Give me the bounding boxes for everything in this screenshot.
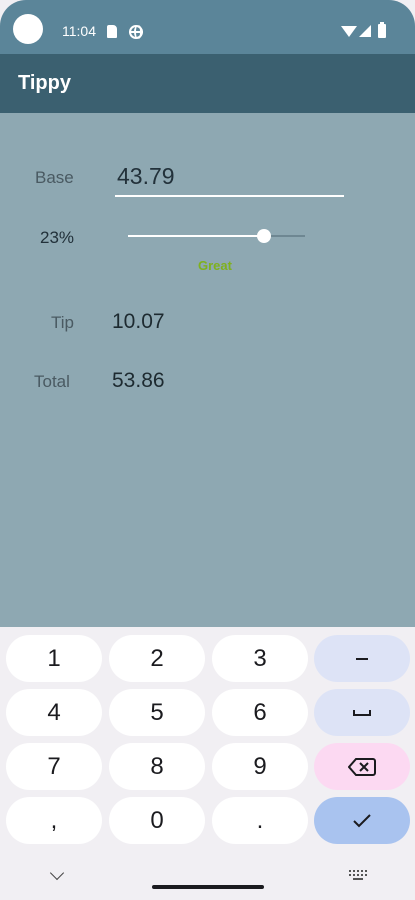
status-bar: 11:04 [0,0,415,54]
keyboard-switch-icon[interactable] [349,870,367,880]
keyboard-nav-bar [0,860,415,900]
key-4[interactable]: 4 [6,689,102,736]
app-bar: Tippy [0,54,415,113]
numeric-keyboard: 1 2 3 4 5 6 7 8 9 , 0 . [0,627,415,900]
done-key[interactable] [314,797,410,844]
slider-track-active [128,235,264,237]
tip-calculator: Base 23% Great Tip 10.07 Total 53.86 [0,113,415,627]
phone-screen: 11:04 Tippy Base 23% Great Tip 10.07 Tot… [0,0,415,900]
backspace-icon [348,757,376,777]
space-key[interactable] [314,689,410,736]
chevron-down-icon[interactable] [49,865,65,881]
tip-percent-label: 23% [40,228,75,247]
base-label: Base [35,168,74,187]
space-icon [353,709,371,716]
tip-percent-slider[interactable] [128,226,305,246]
notification-dot-icon [13,14,43,44]
total-amount: 53.86 [112,369,165,392]
backspace-key[interactable] [314,743,410,790]
key-7[interactable]: 7 [6,743,102,790]
battery-icon [378,22,386,38]
minus-icon [356,657,368,660]
key-period[interactable]: . [212,797,308,844]
minus-key[interactable] [314,635,410,682]
key-5[interactable]: 5 [109,689,205,736]
key-comma[interactable]: , [6,797,102,844]
app-title: Tippy [18,72,71,94]
key-3[interactable]: 3 [212,635,308,682]
key-1[interactable]: 1 [6,635,102,682]
base-amount-input[interactable] [115,161,344,197]
slider-thumb[interactable] [257,229,271,243]
signal-icon [359,25,371,37]
key-6[interactable]: 6 [212,689,308,736]
tip-label: Tip [51,313,74,332]
status-time: 11:04 [62,23,96,39]
key-2[interactable]: 2 [109,635,205,682]
home-handle[interactable] [152,885,264,889]
globe-icon [129,25,143,39]
wifi-icon [341,26,357,37]
sim-card-icon [107,25,117,38]
key-0[interactable]: 0 [109,797,205,844]
check-icon [352,813,372,829]
tip-rating-label: Great [198,258,232,273]
total-label: Total [34,372,70,391]
tip-amount: 10.07 [112,310,165,333]
key-9[interactable]: 9 [212,743,308,790]
key-8[interactable]: 8 [109,743,205,790]
